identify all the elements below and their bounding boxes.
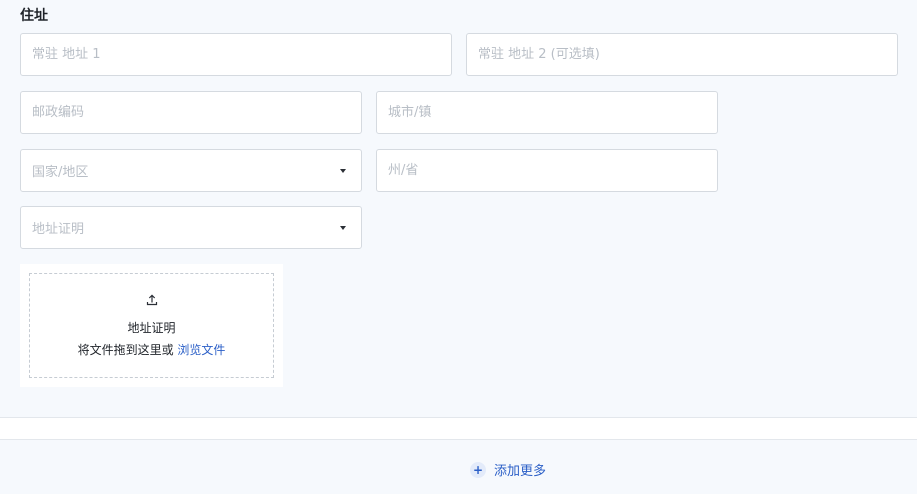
state-input[interactable] [388,150,706,191]
address-line2-input[interactable] [478,34,886,75]
upload-title: 地址证明 [127,321,176,335]
address-line1-field[interactable] [20,33,452,76]
postal-code-field[interactable] [20,91,362,134]
plus-icon: + [470,461,486,478]
section-divider [0,417,917,440]
country-select-value: 国家/地区 [32,165,89,180]
add-more-button[interactable]: + 添加更多 [470,460,546,479]
city-input[interactable] [388,92,706,133]
browse-files-link[interactable]: 浏览文件 [177,343,225,357]
chevron-down-icon [340,225,346,230]
chevron-down-icon [340,168,346,173]
add-more-label: 添加更多 [494,464,547,479]
file-dropzone[interactable]: 地址证明 将文件拖到这里或 浏览文件 [29,273,274,378]
country-select[interactable]: 国家/地区 [20,149,362,192]
upload-card: 地址证明 将文件拖到这里或 浏览文件 [20,264,283,387]
section-title: 住址 [20,8,48,24]
proof-type-select[interactable]: 地址证明 [20,206,362,249]
upload-hint: 将文件拖到这里或 [77,343,174,357]
state-field[interactable] [376,149,718,192]
upload-hint-line: 将文件拖到这里或 浏览文件 [78,341,226,358]
city-field[interactable] [376,91,718,134]
address-line2-field[interactable] [466,33,898,76]
address-line1-input[interactable] [32,34,440,75]
proof-type-select-value: 地址证明 [32,222,85,237]
upload-icon [146,294,157,306]
postal-code-input[interactable] [32,92,350,133]
